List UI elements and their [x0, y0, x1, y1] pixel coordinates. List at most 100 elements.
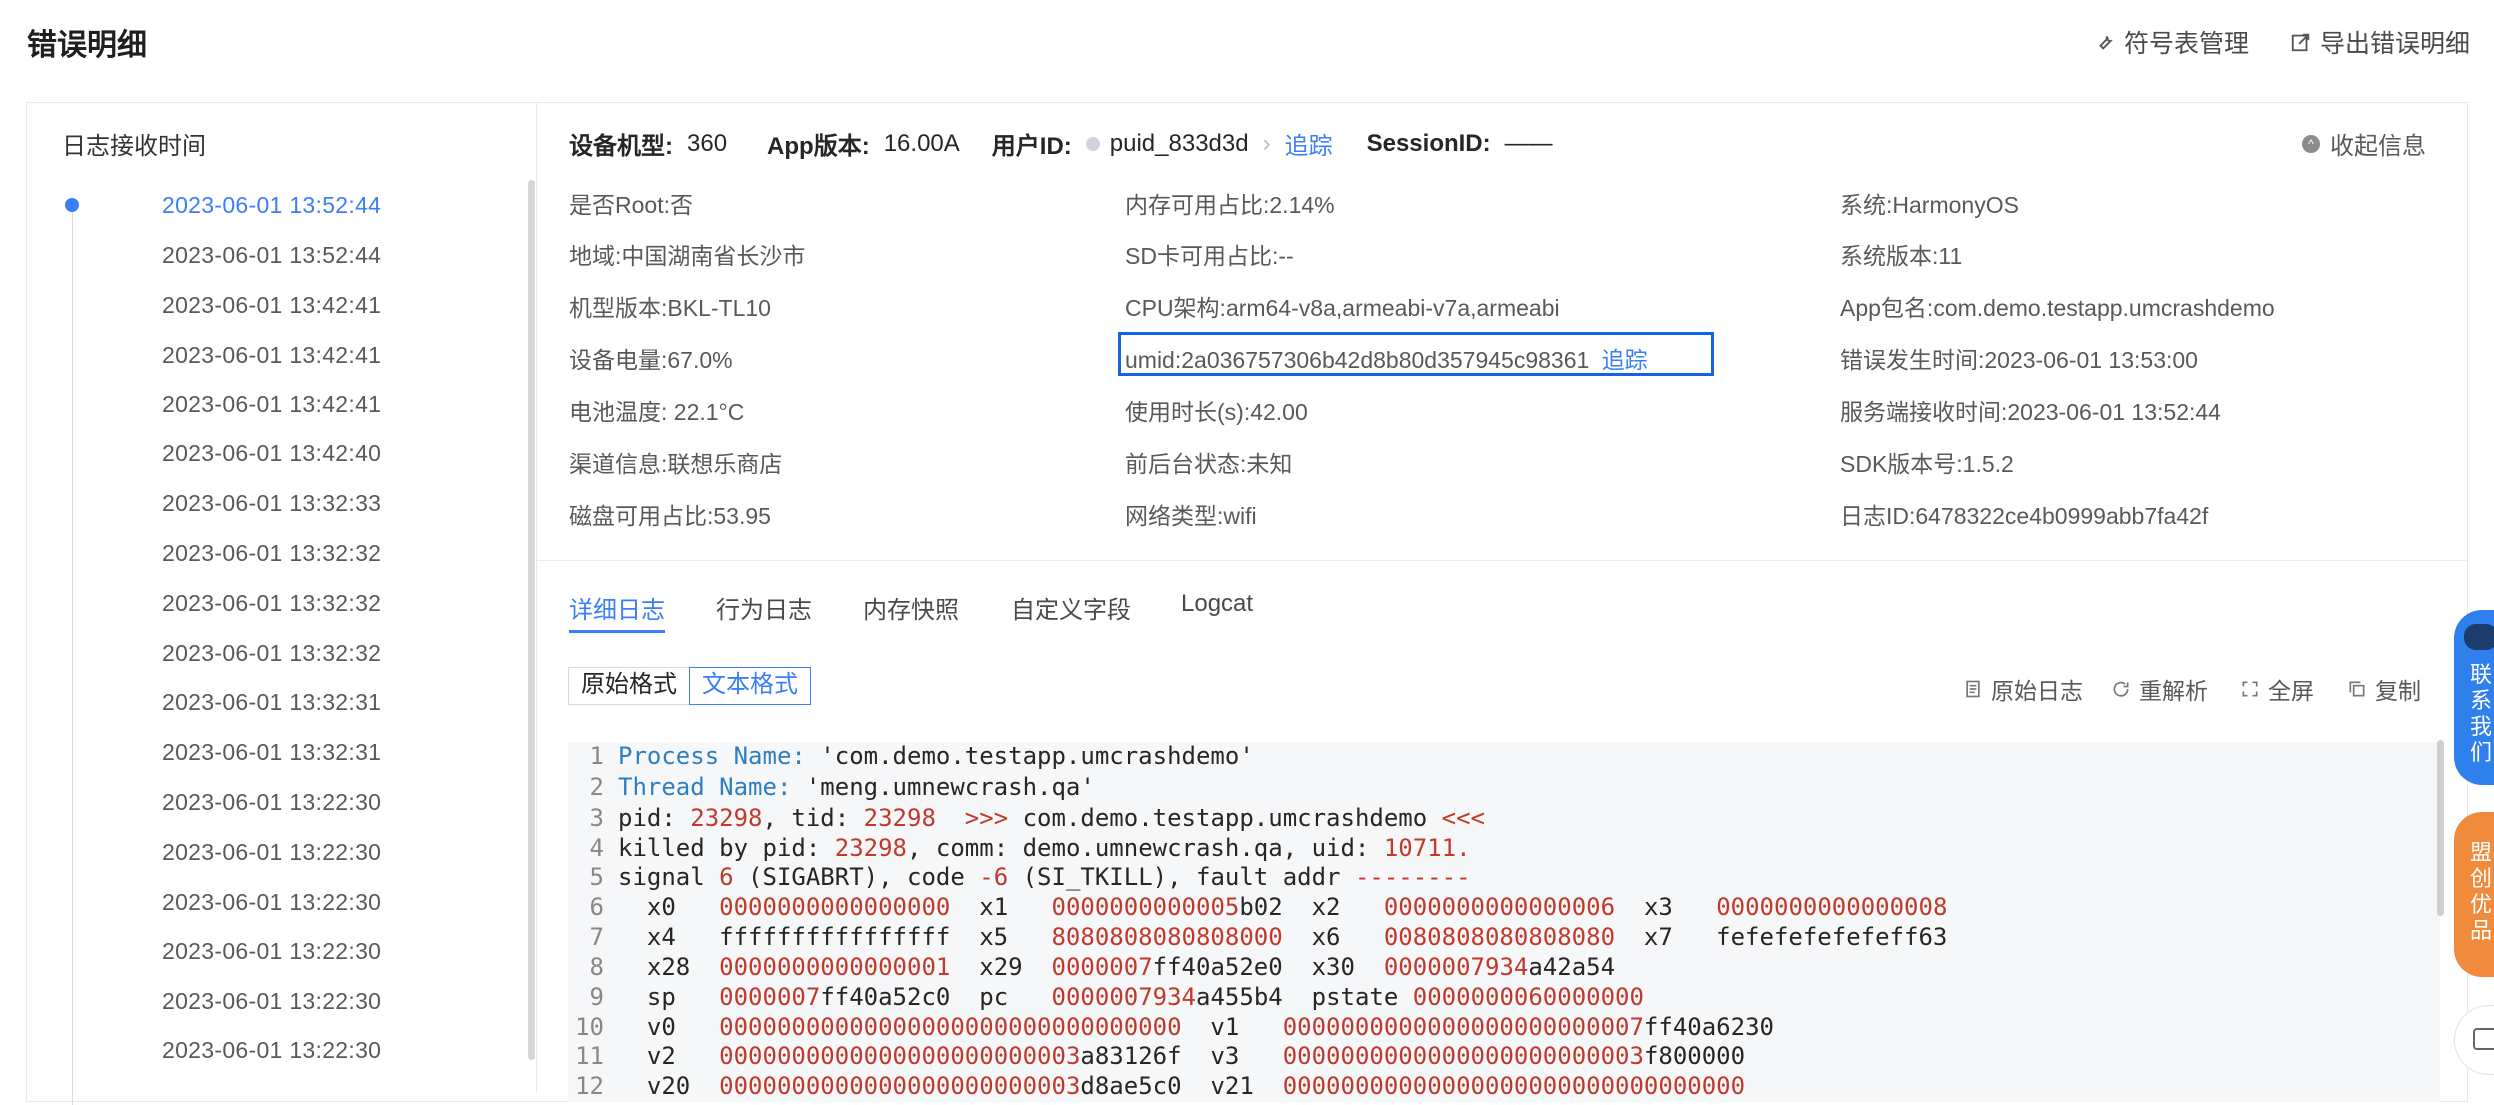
code-number: 0000007934	[1383, 953, 1529, 981]
timeline-item[interactable]: 2023-06-01 13:32:32	[162, 590, 381, 617]
code-text: pstate	[1282, 983, 1413, 1011]
line-number: 7	[589, 923, 604, 951]
code-number: 00000000000000000000000000000000	[719, 1013, 1182, 1041]
document-icon	[1966, 680, 1980, 698]
session-id-value: ——	[1504, 129, 1553, 157]
code-number: 0000007934	[1051, 983, 1197, 1011]
timeline-item[interactable]: 2023-06-01 13:42:41	[162, 391, 381, 418]
umid-trace-link[interactable]: 追踪	[1602, 347, 1648, 373]
timeline-item[interactable]: 2023-06-01 13:32:31	[162, 689, 381, 716]
contact-us-float[interactable]: 联系我们	[2454, 610, 2494, 785]
timeline-item[interactable]: 2023-06-01 13:52:44	[162, 192, 381, 219]
timeline-item[interactable]: 2023-06-01 13:22:30	[162, 789, 381, 816]
code-text: pid:	[618, 804, 691, 832]
info-server-time: 服务端接收时间:2023-06-01 13:52:44	[1840, 399, 2221, 425]
code-text: x6	[1282, 923, 1384, 951]
code-text: com.demo.testapp.umcrashdemo	[1022, 804, 1428, 832]
timeline-item[interactable]: 2023-06-01 13:32:32	[162, 540, 381, 567]
timeline-item[interactable]: 2023-06-01 13:32:33	[162, 490, 381, 517]
code-text: v2	[618, 1042, 720, 1070]
info-battery-temp: 电池温度: 22.1°C	[569, 399, 745, 425]
info-system-version: 系统版本:11	[1840, 243, 1963, 269]
tab-custom-fields[interactable]: 自定义字段	[1011, 590, 1131, 625]
code-text: x0	[618, 893, 720, 921]
umid-value: umid:2a036757306b42d8b80d357945c98361	[1125, 347, 1590, 373]
code-text: x1	[950, 893, 1052, 921]
line-number: 2	[589, 773, 604, 801]
raw-log-button[interactable]: 原始日志	[1963, 672, 2083, 706]
collapse-up-icon: ^	[2302, 134, 2320, 153]
line-number: 12	[575, 1072, 604, 1100]
code-number: 0080808080808080	[1383, 923, 1616, 951]
code-text: x3	[1615, 893, 1717, 921]
tab-detail-log[interactable]: 详细日志	[569, 590, 665, 625]
timeline-item[interactable]: 2023-06-01 13:32:32	[162, 640, 381, 667]
info-usage-duration: 使用时长(s):42.00	[1125, 399, 1308, 425]
info-umid: umid:2a036757306b42d8b80d357945c98361 追踪	[1125, 341, 1648, 375]
timeline-item[interactable]: 2023-06-01 13:22:30	[162, 889, 381, 916]
tab-behavior-log[interactable]: 行为日志	[716, 590, 812, 625]
timeline-item[interactable]: 2023-06-01 13:42:40	[162, 440, 381, 467]
export-label: 导出错误明细	[2320, 30, 2471, 58]
fullscreen-button[interactable]: 全屏	[2240, 672, 2314, 706]
code-line: 4 killed by pid: 23298, comm: demo.umnewc…	[568, 834, 1471, 862]
timeline-item[interactable]: 2023-06-01 13:42:41	[162, 342, 381, 369]
info-sdk-version: SDK版本号:1.5.2	[1840, 451, 2014, 477]
code-number: 0000007	[1051, 953, 1153, 981]
tab-memory-snapshot[interactable]: 内存快照	[863, 590, 959, 625]
tab-active-underline	[569, 630, 665, 633]
info-system: 系统:HarmonyOS	[1840, 192, 2019, 218]
copy-icon	[2349, 681, 2365, 697]
timeline-item[interactable]: 2023-06-01 13:52:44	[162, 242, 381, 269]
line-number: 11	[575, 1042, 604, 1070]
code-text: signal	[618, 863, 720, 891]
info-cpu-arch: CPU架构:arm64-v8a,armeabi-v7a,armeabi	[1125, 295, 1560, 321]
code-line: 5 signal 6 (SIGABRT), code -6 (SI_TKILL),…	[568, 863, 1471, 891]
timeline-active-dot	[65, 198, 79, 212]
code-number: 23298	[863, 804, 936, 832]
timeline-item[interactable]: 2023-06-01 13:22:30	[162, 988, 381, 1015]
symbol-table-button[interactable]: 符号表管理	[2094, 24, 2249, 60]
code-number: 00000000000000000000000000000000	[1282, 1072, 1746, 1100]
user-trace-link[interactable]: 追踪	[1285, 126, 1333, 161]
code-line: 1 Process Name: 'com.demo.testapp.umcrash…	[568, 742, 1254, 770]
code-number: 0000000000005	[1051, 893, 1240, 921]
reparse-label: 重解析	[2139, 678, 2208, 704]
code-number: >>>	[935, 804, 1023, 832]
timeline-item[interactable]: 2023-06-01 13:42:41	[162, 292, 381, 319]
text-format-button[interactable]: 文本格式	[689, 667, 811, 705]
export-errors-button[interactable]: 导出错误明细	[2290, 24, 2470, 60]
session-id-label: SessionID:	[1366, 129, 1491, 157]
code-viewer[interactable]: 1 Process Name: 'com.demo.testapp.umcrash…	[568, 742, 2440, 1102]
code-scrollbar[interactable]	[2437, 740, 2444, 916]
code-text: b02	[1239, 893, 1283, 921]
tab-logcat[interactable]: Logcat	[1181, 590, 1253, 618]
code-line: 6 x0 0000000000000000 x1 0000000000005b0…	[568, 893, 1948, 921]
info-root: 是否Root:否	[569, 192, 693, 218]
timeline-item[interactable]: 2023-06-01 13:32:31	[162, 739, 381, 766]
code-text: a83126f	[1080, 1042, 1182, 1070]
timeline-line	[72, 205, 73, 1105]
fullscreen-icon	[2242, 681, 2258, 697]
code-text: a42a54	[1528, 953, 1616, 981]
timeline-header: 日志接收时间	[62, 133, 206, 160]
collapse-info-button[interactable]: ^ 收起信息	[2302, 126, 2426, 161]
promo-float[interactable]: 盟创优品	[2454, 812, 2494, 977]
code-text: x30	[1282, 953, 1384, 981]
chat-icon	[2473, 1028, 2494, 1050]
code-number: 0000000000000000	[719, 893, 951, 921]
code-text: (SIGABRT), code	[733, 863, 980, 891]
reparse-button[interactable]: 重解析	[2111, 672, 2208, 706]
app-version-label: App版本:	[767, 133, 870, 160]
code-text: 'meng.umnewcrash.qa'	[791, 773, 1095, 801]
timeline-item[interactable]: 2023-06-01 13:22:30	[162, 1037, 381, 1064]
timeline-item[interactable]: 2023-06-01 13:22:30	[162, 938, 381, 965]
copy-button[interactable]: 复制	[2347, 672, 2421, 706]
code-text: v20	[618, 1072, 720, 1100]
code-text: v3	[1181, 1042, 1283, 1070]
code-number: 23298	[834, 834, 907, 862]
timeline-item[interactable]: 2023-06-01 13:22:30	[162, 839, 381, 866]
raw-format-button[interactable]: 原始格式	[568, 667, 690, 705]
timeline-scrollbar[interactable]	[528, 180, 535, 1060]
info-error-time: 错误发生时间:2023-06-01 13:53:00	[1840, 347, 2198, 373]
